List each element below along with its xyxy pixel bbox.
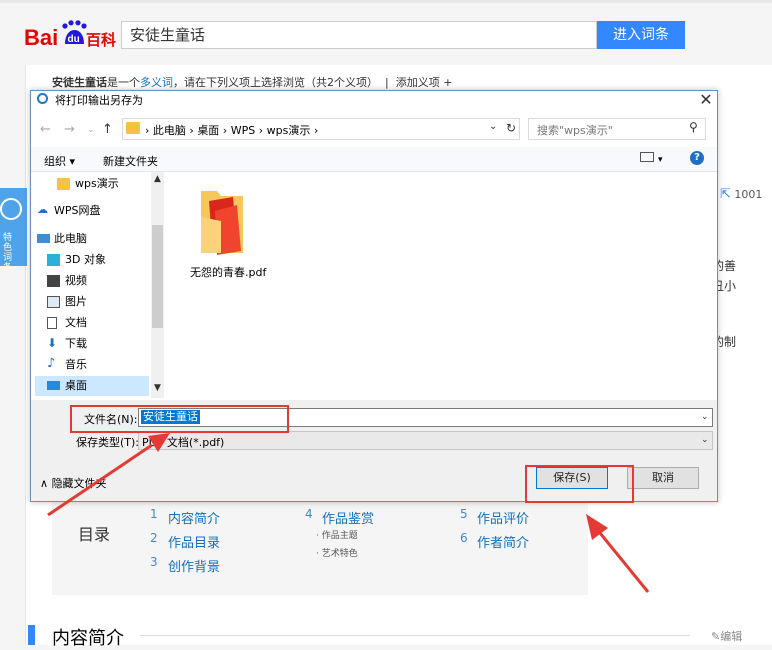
annotation-arrows [47, 433, 650, 593]
